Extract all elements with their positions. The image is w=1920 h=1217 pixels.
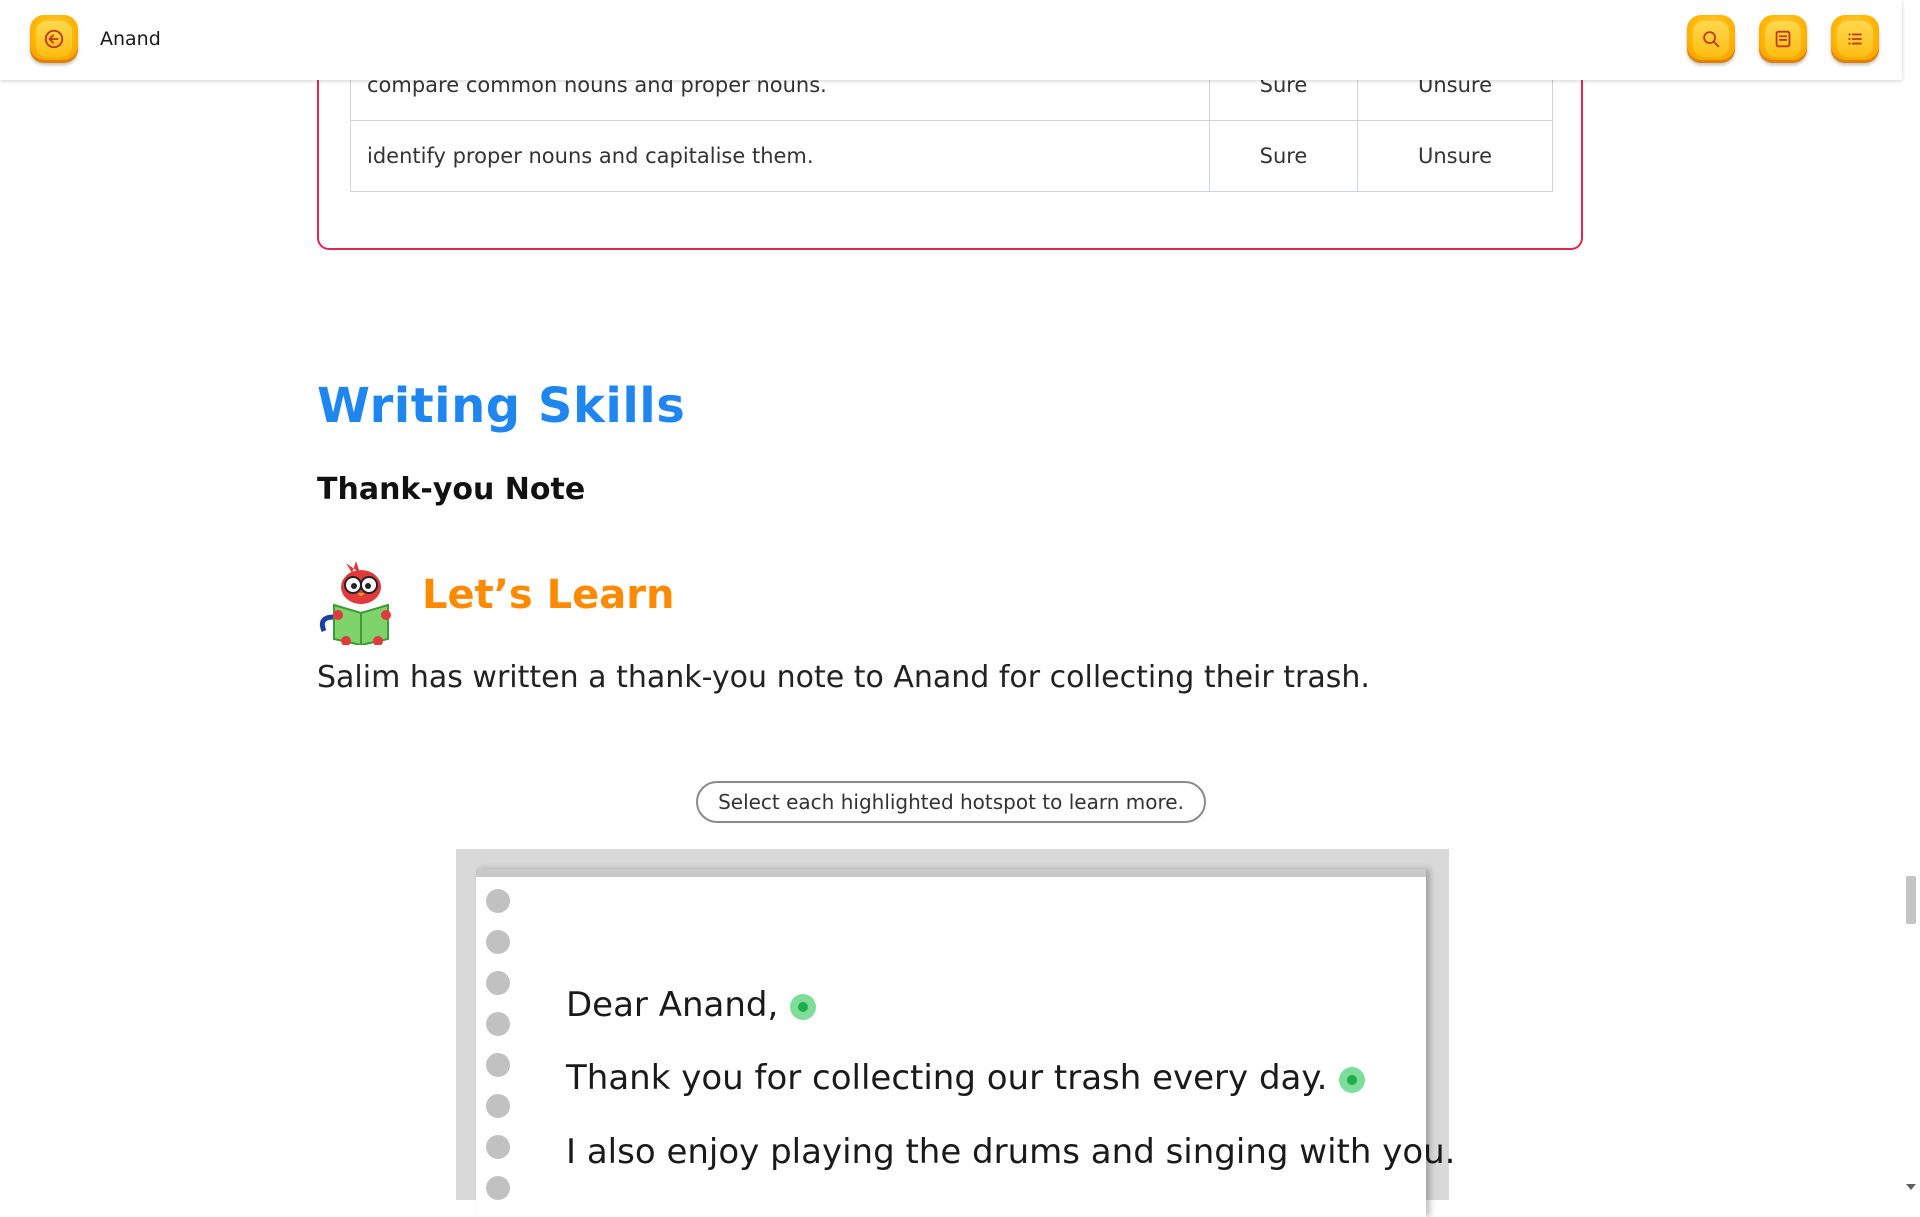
binder-hole-icon xyxy=(486,1012,510,1036)
reading-parrot-icon xyxy=(319,561,391,645)
notes-button[interactable] xyxy=(1759,15,1807,63)
back-button[interactable] xyxy=(30,15,78,63)
hotspot-greeting[interactable] xyxy=(790,993,817,1020)
binder-hole-icon xyxy=(486,889,510,913)
note-line: Dear Anand, xyxy=(566,985,817,1025)
top-bar: Anand xyxy=(0,0,1902,80)
unsure-option[interactable]: Unsure xyxy=(1357,120,1553,192)
binder-hole-icon xyxy=(486,1135,510,1159)
notes-icon xyxy=(1775,30,1791,48)
binder-hole-icon xyxy=(486,1176,510,1200)
scrollbar-thumb[interactable] xyxy=(1906,876,1916,924)
note-body: I also enjoy playing the drums and singi… xyxy=(566,1132,1456,1172)
binder-hole-icon xyxy=(486,971,510,995)
arrow-left-icon xyxy=(44,29,64,49)
list-icon xyxy=(1848,33,1862,45)
lets-learn-title: Let’s Learn xyxy=(422,572,675,618)
sure-option[interactable]: Sure xyxy=(1209,120,1358,192)
section-title: Writing Skills xyxy=(317,378,686,434)
table-of-contents-button[interactable] xyxy=(1831,15,1879,63)
note-greeting: Dear Anand, xyxy=(566,985,779,1025)
page-scrollbar[interactable] xyxy=(1902,0,1920,1200)
search-button[interactable] xyxy=(1687,15,1735,63)
page-title: Anand xyxy=(100,28,161,50)
search-icon xyxy=(1703,31,1720,48)
note-frame: Dear Anand, Thank you for collecting our… xyxy=(456,849,1455,1217)
skill-cell: identify proper nouns and capitalise the… xyxy=(350,120,1210,192)
binder-hole-icon xyxy=(486,930,510,954)
hotspot-instruction: Select each highlighted hotspot to learn… xyxy=(696,781,1206,823)
binder-hole-icon xyxy=(486,1094,510,1118)
binder-hole-icon xyxy=(486,1053,510,1077)
table-row: identify proper nouns and capitalise the… xyxy=(350,120,1553,192)
hotspot-thanks[interactable] xyxy=(1339,1066,1366,1093)
note-line: I also enjoy playing the drums and singi… xyxy=(566,1132,1455,1172)
subheading: Thank-you Note xyxy=(317,472,586,507)
note-paper: Dear Anand, Thank you for collecting our… xyxy=(476,869,1455,1217)
scroll-down-arrow-icon[interactable] xyxy=(1906,1184,1916,1190)
intro-text: Salim has written a thank-you note to An… xyxy=(317,660,1370,695)
note-thanks: Thank you for collecting our trash every… xyxy=(566,1058,1328,1098)
note-line: Thank you for collecting our trash every… xyxy=(566,1058,1366,1098)
